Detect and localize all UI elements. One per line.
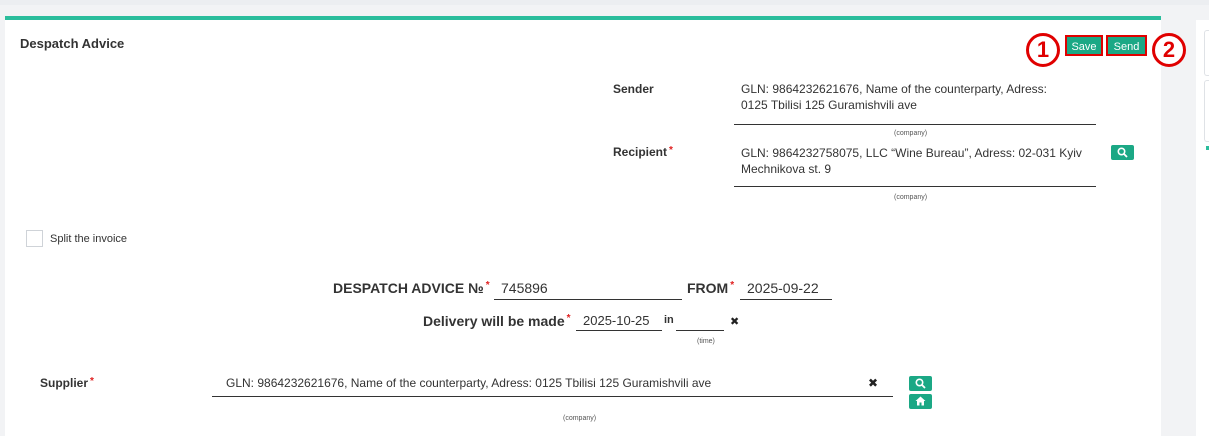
delivery-date-underline <box>576 330 662 331</box>
supplier-home-button[interactable] <box>909 394 932 409</box>
search-icon <box>1117 147 1128 158</box>
side-tab-2[interactable] <box>1204 80 1209 142</box>
clear-time-icon[interactable]: ✖ <box>730 315 739 328</box>
from-label: FROM * <box>687 280 734 296</box>
recipient-underline <box>734 186 1096 187</box>
sender-underline <box>734 124 1096 125</box>
supplier-value[interactable]: GLN: 9864232621676, Name of the counterp… <box>226 375 711 391</box>
from-date-underline <box>740 299 832 300</box>
recipient-value-line1: GLN: 9864232758075, LLC “Wine Bureau”, A… <box>741 146 1082 160</box>
from-label-text: FROM <box>687 280 729 296</box>
required-mark: * <box>90 376 94 387</box>
despatch-advice-panel <box>5 16 1161 436</box>
search-icon <box>915 378 926 389</box>
delivery-date-input[interactable]: 2025-10-25 <box>583 313 650 328</box>
clear-supplier-icon[interactable]: ✖ <box>868 376 878 390</box>
callout-badge-1: 1 <box>1026 33 1060 67</box>
delivery-time-underline <box>676 330 724 331</box>
callout-badge-2: 2 <box>1152 33 1186 67</box>
delivery-label: Delivery will be made * <box>423 313 571 329</box>
supplier-label: Supplier * <box>40 376 94 390</box>
recipient-value-line2: Mechnikova st. 9 <box>741 162 832 176</box>
send-button[interactable]: Send <box>1106 35 1147 56</box>
home-icon <box>915 396 926 406</box>
despatch-number-input[interactable]: 745896 <box>501 280 548 296</box>
page-title: Despatch Advice <box>20 36 125 51</box>
split-invoice-label: Split the invoice <box>50 233 128 245</box>
sender-caption: (company) <box>894 130 928 137</box>
recipient-label-text: Recipient <box>613 145 668 159</box>
required-mark: * <box>566 313 571 324</box>
despatch-number-label-text: DESPATCH ADVICE № <box>333 280 484 296</box>
supplier-label-text: Supplier <box>40 376 89 390</box>
recipient-label: Recipient * <box>613 145 673 159</box>
recipient-caption: (company) <box>894 194 928 201</box>
in-label: in <box>664 314 674 326</box>
save-button[interactable]: Save <box>1065 35 1103 56</box>
sender-label: Sender <box>613 82 654 96</box>
delivery-label-text: Delivery will be made <box>423 313 565 329</box>
despatch-number-underline <box>494 299 682 300</box>
delivery-time-input[interactable] <box>677 313 723 329</box>
top-strip <box>0 0 1209 5</box>
recipient-search-button[interactable] <box>1111 145 1134 160</box>
required-mark: * <box>730 280 735 291</box>
required-mark: * <box>669 145 673 156</box>
from-date-input[interactable]: 2025-09-22 <box>747 280 819 296</box>
time-caption: (time) <box>697 338 715 345</box>
sender-value-line2: 0125 Tbilisi 125 Guramishvili ave <box>741 98 917 112</box>
right-side-panel <box>1196 20 1209 436</box>
despatch-number-label: DESPATCH ADVICE № * <box>333 280 490 296</box>
side-tab-1[interactable] <box>1204 30 1209 76</box>
required-mark: * <box>485 280 490 291</box>
sender-value-line1: GLN: 9864232621676, Name of the counterp… <box>741 82 1047 96</box>
supplier-underline <box>212 396 893 397</box>
split-invoice-checkbox[interactable] <box>26 230 43 247</box>
supplier-search-button[interactable] <box>909 376 932 391</box>
supplier-caption: (company) <box>563 415 597 422</box>
